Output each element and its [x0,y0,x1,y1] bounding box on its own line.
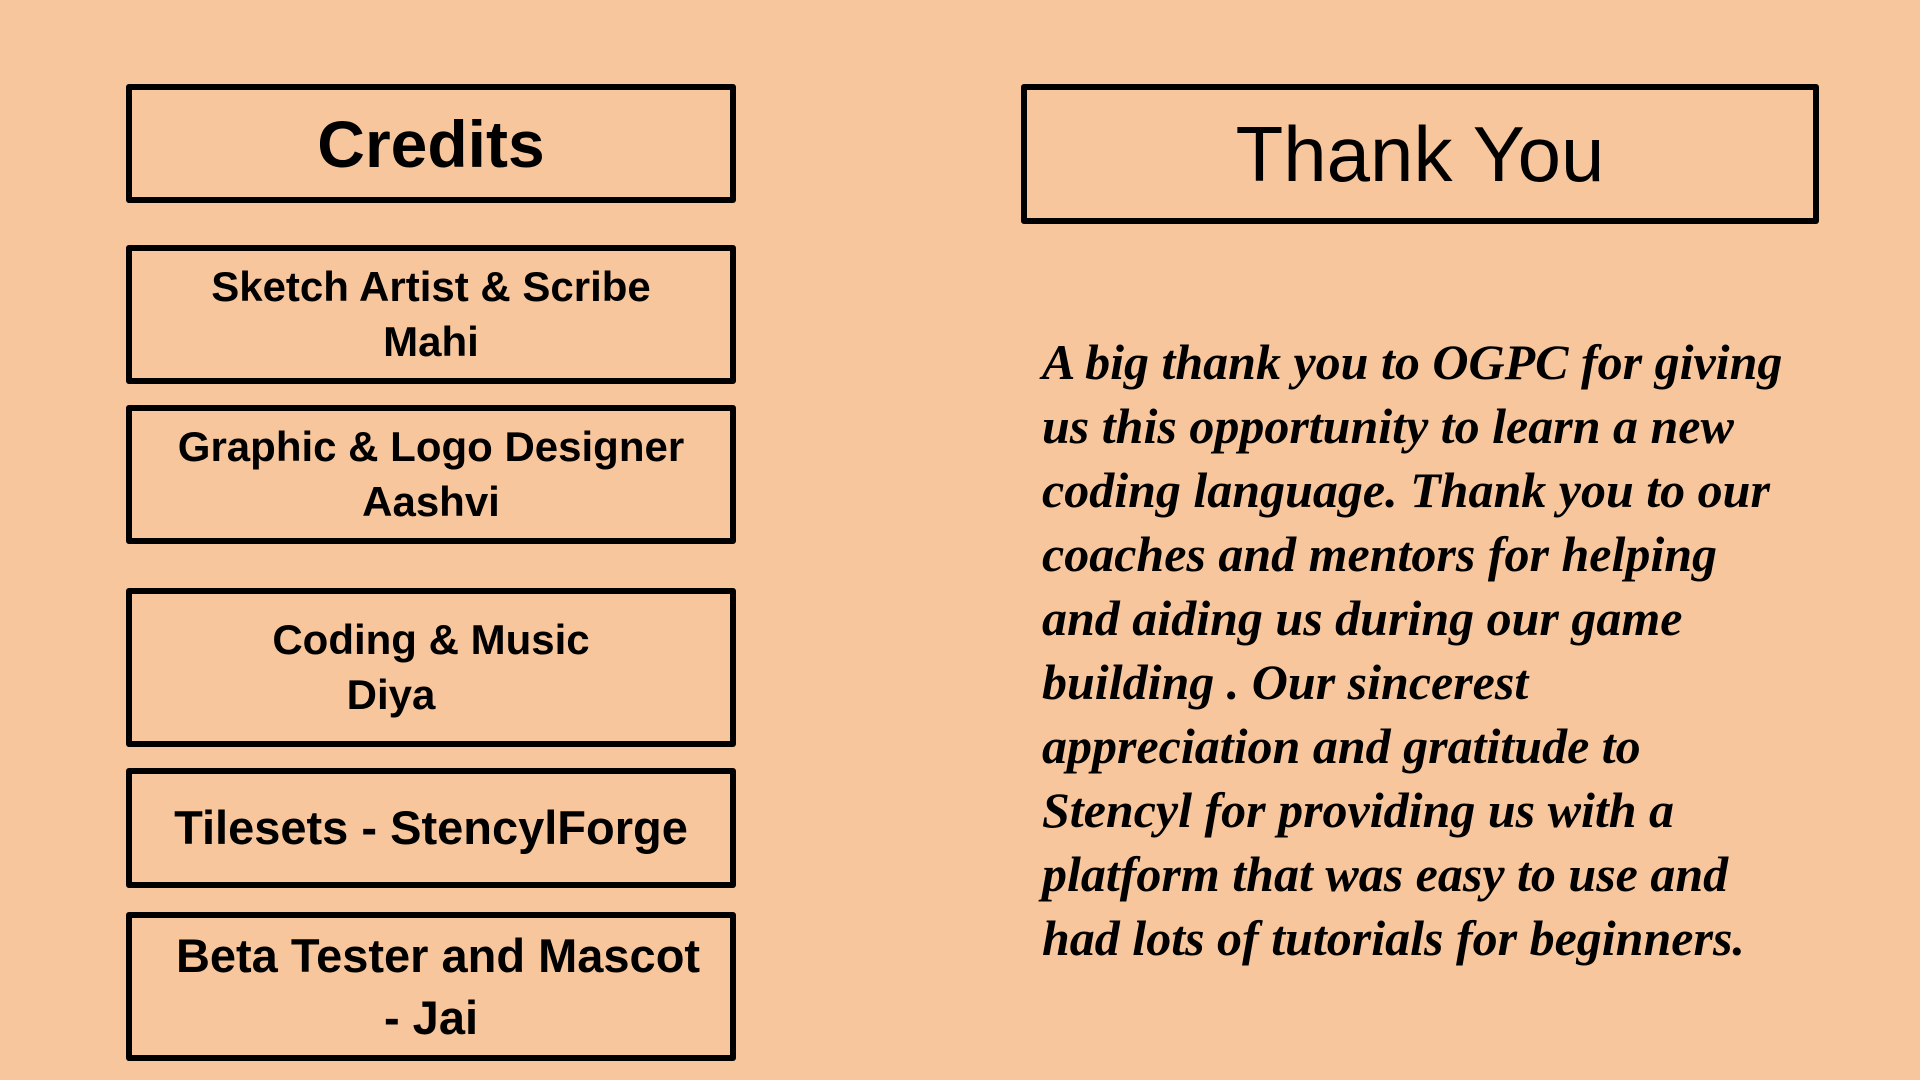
credit-person: - Jai [383,990,479,1044]
credit-person: Mahi [383,317,479,365]
message-line: platform that was easy to use and [1042,846,1729,902]
credit-role: Beta Tester and Mascot [175,929,701,983]
message-line: appreciation and gratitude to [1042,718,1641,774]
thank-you-title: Thank You [1235,109,1605,198]
credit-box-beta-tester: Beta Tester and Mascot - Jai [126,912,736,1061]
credit-person: Diya [346,670,436,718]
thank-you-message: A big thank you to OGPC for giving us th… [1042,330,1862,970]
message-line: coaches and mentors for helping [1042,526,1718,582]
message-line: coding language. Thank you to our [1042,462,1770,518]
credits-title: Credits [317,106,545,181]
credit-box-graphic-designer: Graphic & Logo Designer Aashvi [126,405,736,544]
credit-role: Tilesets - StencylForge [174,801,688,855]
credit-role: Graphic & Logo Designer [177,422,685,470]
message-line: Stencyl for providing us with a [1042,782,1675,838]
credit-box-coding-music: Coding & Music Diya [126,588,736,747]
credit-person: Aashvi [362,477,500,525]
message-line: us this opportunity to learn a new [1042,398,1734,454]
message-line: had lots of tutorials for beginners. [1042,910,1745,966]
thank-you-title-box: Thank You [1021,84,1819,224]
credit-role: Sketch Artist & Scribe [211,262,651,310]
credit-role: Coding & Music [272,615,590,663]
credits-title-box: Credits [126,84,736,203]
credit-box-tilesets: Tilesets - StencylForge [126,768,736,888]
credit-box-sketch-artist: Sketch Artist & Scribe Mahi [126,245,736,384]
message-line: and aiding us during our game [1042,590,1683,646]
message-line: A big thank you to OGPC for giving [1042,334,1783,390]
message-line: building . Our sincerest [1042,654,1529,710]
